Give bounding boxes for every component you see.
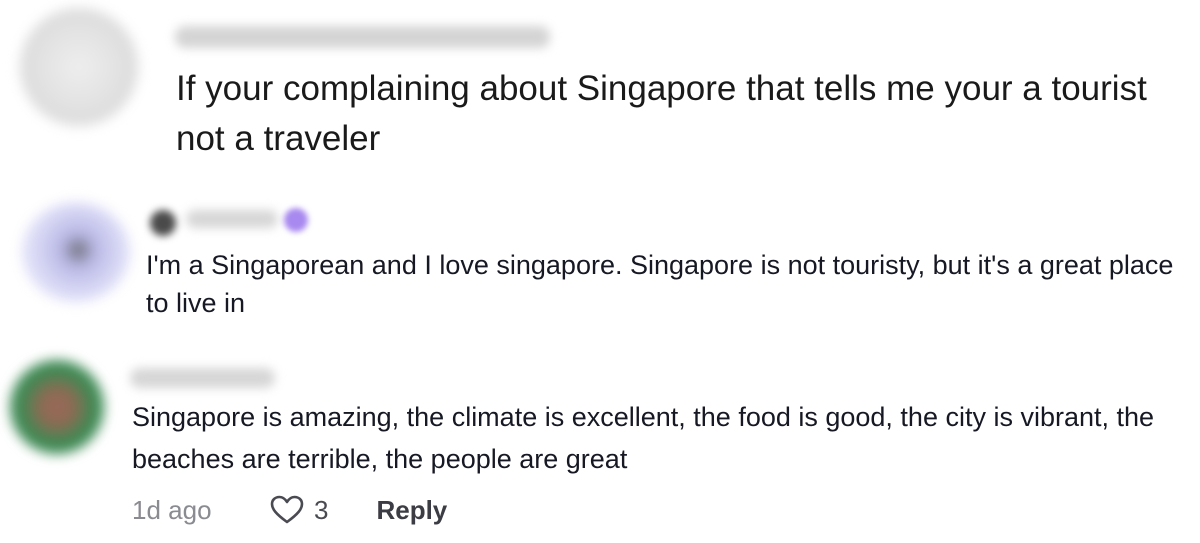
heart-icon bbox=[270, 495, 304, 525]
comment-item: I'm a Singaporean and I love singapore. … bbox=[0, 190, 1200, 350]
comment-item: Singapore is amazing, the climate is exc… bbox=[0, 350, 1200, 543]
username-blurred[interactable] bbox=[130, 368, 275, 388]
comment-item: If your complaining about Singapore that… bbox=[0, 0, 1200, 190]
badge-icon bbox=[284, 208, 308, 232]
comment-timestamp: 1d ago bbox=[132, 494, 212, 525]
like-button[interactable]: 3 bbox=[270, 495, 328, 526]
username-blurred[interactable] bbox=[175, 26, 550, 48]
avatar[interactable] bbox=[20, 8, 138, 126]
comment-text: If your complaining about Singapore that… bbox=[176, 69, 1147, 158]
user-icon bbox=[150, 210, 176, 236]
comment-text: Singapore is amazing, the climate is exc… bbox=[132, 402, 1155, 474]
comment-actions: 1d ago 3 Reply bbox=[132, 490, 447, 530]
like-count: 3 bbox=[314, 494, 329, 525]
comment-text: I'm a Singaporean and I love singapore. … bbox=[146, 250, 1174, 318]
avatar[interactable] bbox=[10, 360, 104, 454]
reply-button[interactable]: Reply bbox=[376, 495, 447, 526]
avatar[interactable] bbox=[22, 202, 130, 302]
username-blurred[interactable] bbox=[186, 210, 278, 228]
